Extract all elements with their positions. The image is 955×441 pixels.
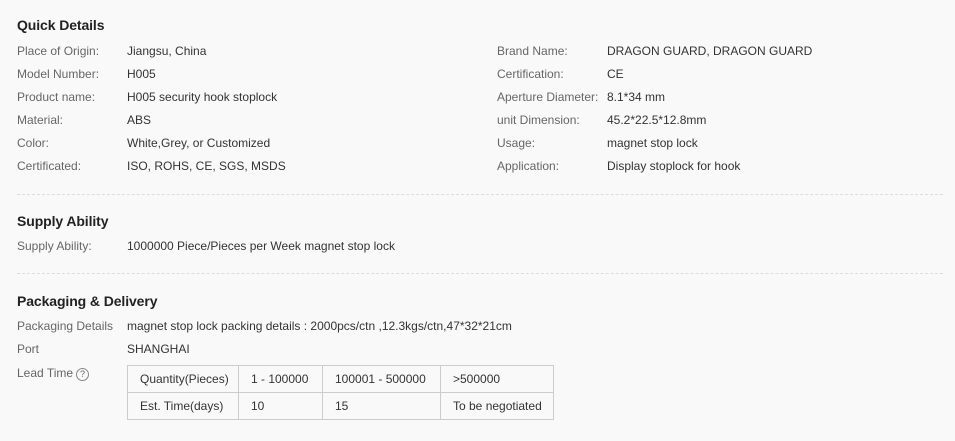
supply-ability-value: 1000000 Piece/Pieces per Week magnet sto… xyxy=(127,239,395,253)
detail-value: H005 security hook stoplock xyxy=(127,90,278,104)
detail-label: Product name: xyxy=(17,90,96,104)
table-row: Quantity(Pieces) 1 - 100000 100001 - 500… xyxy=(127,365,554,393)
detail-value: 45.2*22.5*12.8mm xyxy=(607,113,707,127)
question-circle-icon[interactable]: ? xyxy=(76,368,90,381)
detail-value: ABS xyxy=(127,113,152,127)
packaging-details-value: magnet stop lock packing details : 2000p… xyxy=(127,319,512,333)
detail-value: H005 xyxy=(127,67,156,81)
detail-value: Display stoplock for hook xyxy=(607,159,741,173)
detail-label: Certificated: xyxy=(17,159,82,173)
table-cell: 100001 - 500000 xyxy=(322,365,441,393)
supply-ability-label: Supply Ability: xyxy=(17,239,92,253)
detail-label: Usage: xyxy=(497,136,536,150)
supply-ability-heading: Supply Ability xyxy=(17,213,109,229)
table-cell: 1 - 100000 xyxy=(238,365,323,393)
table-cell: Quantity(Pieces) xyxy=(127,365,239,393)
table-cell: To be negotiated xyxy=(440,392,554,420)
lead-time-table: Quantity(Pieces) 1 - 100000 100001 - 500… xyxy=(127,365,554,420)
detail-value: White,Grey, or Customized xyxy=(127,136,271,150)
table-cell: 15 xyxy=(322,392,441,420)
detail-value: 8.1*34 mm xyxy=(607,90,666,104)
detail-label: Color: xyxy=(17,136,50,150)
table-cell: 10 xyxy=(238,392,323,420)
detail-value: DRAGON GUARD, DRAGON GUARD xyxy=(607,44,813,58)
detail-label: Model Number: xyxy=(17,67,100,81)
table-cell: >500000 xyxy=(440,365,554,393)
port-label: Port xyxy=(17,342,40,356)
packaging-details-label: Packaging Details xyxy=(17,319,114,333)
detail-label: Aperture Diameter: xyxy=(497,90,599,104)
lead-time-label: Lead Time? xyxy=(17,365,90,381)
port-value: SHANGHAI xyxy=(127,342,190,356)
lead-time-label-text: Lead Time xyxy=(17,366,74,380)
detail-value: magnet stop lock xyxy=(607,136,698,150)
table-cell: Est. Time(days) xyxy=(127,392,239,420)
packaging-delivery-heading: Packaging & Delivery xyxy=(17,293,158,309)
detail-label: Place of Origin: xyxy=(17,44,100,58)
detail-label: unit Dimension: xyxy=(497,113,580,127)
quick-details-heading: Quick Details xyxy=(17,17,105,33)
detail-label: Application: xyxy=(497,159,560,173)
detail-label: Material: xyxy=(17,113,64,127)
section-divider xyxy=(17,194,943,195)
section-divider xyxy=(17,273,943,274)
detail-value: ISO, ROHS, CE, SGS, MSDS xyxy=(127,159,286,173)
detail-value: CE xyxy=(607,67,624,81)
detail-label: Brand Name: xyxy=(497,44,568,58)
table-row: Est. Time(days) 10 15 To be negotiated xyxy=(127,392,554,420)
detail-label: Certification: xyxy=(497,67,564,81)
detail-value: Jiangsu, China xyxy=(127,44,207,58)
